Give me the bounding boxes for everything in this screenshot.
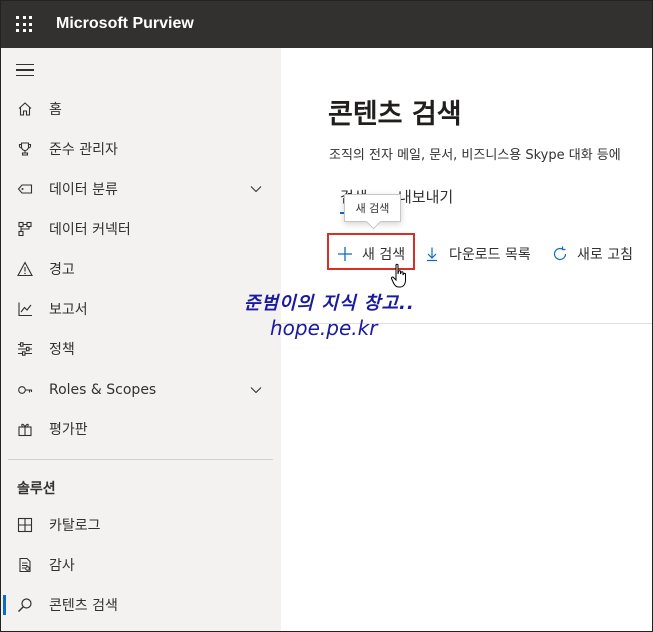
sidebar-item-catalog[interactable]: 카탈로그 [0, 505, 281, 545]
hand-cursor-icon [390, 263, 406, 288]
sidebar-item-label: 정책 [49, 342, 75, 358]
search-icon [16, 596, 34, 614]
connector-icon [16, 220, 34, 238]
sidebar-item-label: 데이터 분류 [49, 182, 118, 198]
sidebar-item-content-search[interactable]: 콘텐츠 검색 [0, 585, 281, 625]
sidebar-item-label: 홈 [49, 102, 62, 118]
sidebar-item-label: 경고 [49, 262, 75, 278]
sidebar-item-home[interactable]: 홈 [0, 89, 281, 129]
home-icon [16, 100, 34, 118]
sidebar-section-label: 솔루션 [17, 481, 56, 497]
download-icon [423, 245, 441, 263]
page-description: 조직의 전자 메일, 문서, 비즈니스용 Skype 대화 등에 [329, 148, 621, 163]
app-launcher-button[interactable] [0, 0, 48, 48]
top-bar: Microsoft Purview [0, 0, 653, 48]
sidebar-divider [8, 459, 273, 460]
watermark-line2: hope.pe.kr [270, 316, 378, 340]
new-search-label: 새 검색 [362, 247, 406, 263]
sidebar-item-label: 데이터 커넥터 [49, 222, 131, 238]
tag-icon [16, 180, 34, 198]
download-list-button[interactable]: 다운로드 목록 [423, 236, 531, 272]
sidebar-item-data-connectors[interactable]: 데이터 커넥터 [0, 209, 281, 249]
sidebar-item-trials[interactable]: 평가판 [0, 409, 281, 449]
hamburger-icon[interactable] [16, 64, 34, 78]
chart-icon [16, 300, 34, 318]
refresh-label: 새로 고침 [577, 247, 633, 263]
download-list-label: 다운로드 목록 [449, 247, 531, 263]
sidebar-item-label: 보고서 [49, 302, 88, 318]
sidebar-item-label: 카탈로그 [49, 518, 101, 534]
sidebar-item-alerts[interactable]: 경고 [0, 249, 281, 289]
sidebar-item-data-classification[interactable]: 데이터 분류 [0, 169, 281, 209]
sidebar-item-label: Roles & Scopes [49, 382, 157, 398]
main-content: 콘텐츠 검색 조직의 전자 메일, 문서, 비즈니스용 Skype 대화 등에 … [281, 48, 653, 632]
trophy-icon [16, 140, 34, 158]
plus-icon [336, 245, 354, 263]
sidebar-item-roles-scopes[interactable]: Roles & Scopes [0, 370, 281, 410]
chevron-down-icon[interactable] [249, 182, 263, 196]
sidebar-item-audit[interactable]: 감사 [0, 545, 281, 585]
warning-icon [16, 260, 34, 278]
waffle-grid-icon [16, 16, 32, 32]
key-icon [16, 381, 34, 399]
app-title[interactable]: Microsoft Purview [56, 15, 194, 33]
page-title: 콘텐츠 검색 [328, 99, 462, 130]
sidebar-item-label: 콘텐츠 검색 [49, 598, 118, 614]
sliders-icon [16, 340, 34, 358]
sidebar-item-label: 평가판 [49, 422, 88, 438]
tooltip: 새 검색 [344, 194, 401, 222]
chevron-down-icon[interactable] [249, 383, 263, 397]
sidebar-item-reports[interactable]: 보고서 [0, 289, 281, 329]
audit-icon [16, 556, 34, 574]
sidebar-item-label: 준수 관리자 [49, 142, 118, 158]
refresh-button[interactable]: 새로 고침 [551, 236, 633, 272]
sidebar-item-label: 감사 [49, 558, 75, 574]
catalog-icon [16, 516, 34, 534]
sidebar-item-compliance-manager[interactable]: 준수 관리자 [0, 129, 281, 169]
gift-icon [16, 420, 34, 438]
sidebar: 홈 준수 관리자 데이터 분류 데이터 커넥터 경고 보고서 정책 Roles … [0, 48, 281, 632]
tab-export[interactable]: 내보내기 [398, 186, 453, 207]
refresh-icon [551, 245, 569, 263]
watermark-line1: 준범이의 지식 창고.. [244, 293, 415, 314]
sidebar-item-policies[interactable]: 정책 [0, 329, 281, 369]
